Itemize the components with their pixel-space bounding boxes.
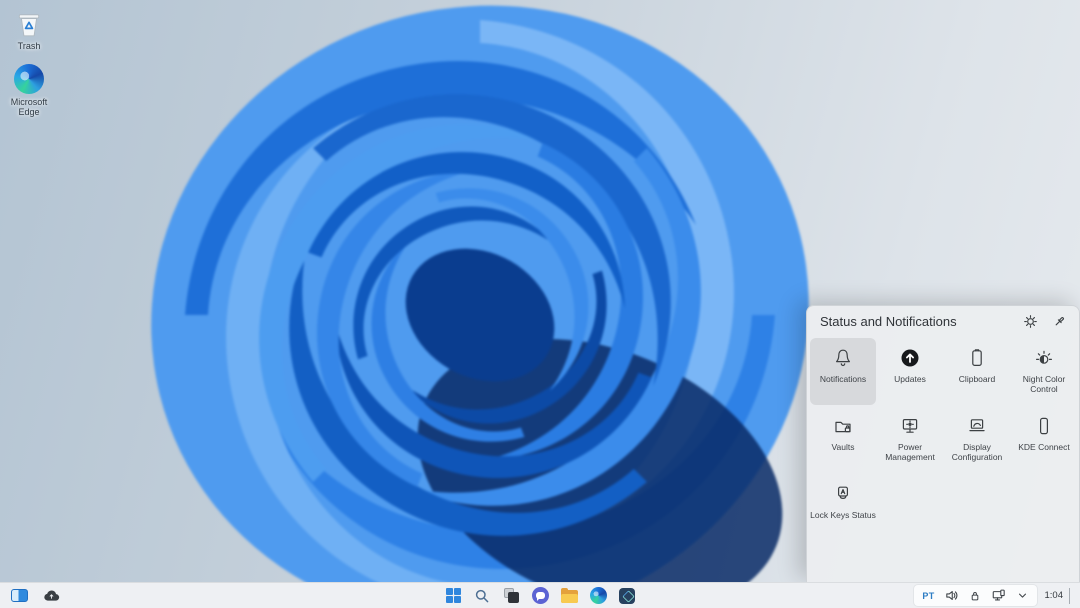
tile-label: Vaults — [832, 442, 855, 452]
edge-icon — [14, 64, 44, 94]
search-icon — [474, 588, 490, 604]
tile-label: Lock Keys Status — [810, 510, 876, 520]
tile-kde-connect[interactable]: KDE Connect — [1011, 406, 1077, 473]
taskbar-right: PT — [913, 584, 1074, 607]
tile-label: Updates — [894, 374, 926, 384]
desktop-icon-edge[interactable]: Microsoft Edge — [0, 64, 58, 118]
tile-label: KDE Connect — [1018, 442, 1070, 452]
cloud-sync-button[interactable] — [40, 585, 62, 607]
start-menu-button[interactable] — [442, 585, 464, 607]
updates-icon — [899, 347, 921, 369]
trash-icon — [15, 10, 43, 38]
notifications-bell-icon — [832, 347, 854, 369]
vault-button[interactable] — [968, 589, 982, 603]
kde-connect-button[interactable] — [991, 588, 1007, 603]
desktop: { "desktop": { "icons": [ { "label": "Tr… — [0, 0, 1080, 608]
tile-updates[interactable]: Updates — [877, 338, 943, 405]
clipboard-icon — [966, 347, 988, 369]
discover-button[interactable] — [616, 585, 638, 607]
taskbar-left — [8, 585, 62, 607]
kde-connect-tray-icon — [991, 588, 1007, 603]
wallpaper-bloom — [140, 0, 820, 608]
kde-connect-icon — [1033, 415, 1055, 437]
taskbar-center — [442, 585, 638, 607]
file-manager-button[interactable] — [558, 585, 580, 607]
lock-keys-icon — [832, 483, 854, 505]
tile-power-management[interactable]: Power Management — [877, 406, 943, 473]
pager-widget[interactable] — [8, 585, 30, 607]
popup-header: Status and Notifications — [807, 306, 1079, 336]
desktop-icon-label: Trash — [0, 41, 58, 51]
tile-vaults[interactable]: Vaults — [810, 406, 876, 473]
tile-display-configuration[interactable]: Display Configuration — [944, 406, 1010, 473]
pin-icon[interactable] — [1052, 314, 1067, 329]
expand-chevron-icon — [1016, 589, 1029, 602]
status-notifications-popup: Status and Notifications Notifications — [806, 305, 1080, 582]
file-manager-icon — [561, 590, 578, 603]
tile-label: Night Color Control — [1013, 374, 1075, 394]
edge-browser-icon — [590, 587, 607, 604]
chat-button[interactable] — [529, 585, 551, 607]
search-button[interactable] — [471, 585, 493, 607]
tray-item-grid: Notifications Updates Clipboard Night Co… — [807, 336, 1079, 543]
night-color-icon — [1033, 347, 1055, 369]
popup-title: Status and Notifications — [820, 314, 1009, 329]
tile-label: Power Management — [879, 442, 941, 462]
expand-tray-button[interactable] — [1016, 589, 1029, 602]
volume-icon — [944, 588, 959, 603]
volume-button[interactable] — [944, 588, 959, 603]
pager-icon — [11, 589, 28, 602]
tile-label: Display Configuration — [946, 442, 1008, 462]
tile-label: Notifications — [820, 374, 866, 384]
vault-lock-icon — [968, 589, 982, 603]
desktop-icon-trash[interactable]: Trash — [0, 10, 58, 51]
tile-clipboard[interactable]: Clipboard — [944, 338, 1010, 405]
show-desktop-button[interactable] — [1069, 588, 1074, 604]
task-view-icon — [504, 588, 519, 603]
task-view-button[interactable] — [500, 585, 522, 607]
discover-icon — [619, 588, 635, 604]
display-configuration-icon — [966, 415, 988, 437]
system-tray: PT — [913, 584, 1037, 607]
tile-lock-keys-status[interactable]: Lock Keys Status — [810, 474, 876, 541]
digital-clock[interactable]: 1:04 — [1045, 590, 1064, 601]
tile-night-color[interactable]: Night Color Control — [1011, 338, 1077, 405]
taskbar: PT — [0, 582, 1080, 608]
chat-icon — [532, 587, 549, 604]
desktop-icon-label: Microsoft Edge — [0, 97, 58, 118]
power-management-icon — [899, 415, 921, 437]
keyboard-layout-indicator[interactable]: PT — [922, 591, 934, 601]
tile-notifications[interactable]: Notifications — [810, 338, 876, 405]
cloud-sync-icon — [43, 589, 60, 602]
vaults-icon — [832, 415, 854, 437]
settings-gear-icon[interactable] — [1023, 314, 1038, 329]
tile-label: Clipboard — [959, 374, 995, 384]
edge-browser-button[interactable] — [587, 585, 609, 607]
start-menu-icon — [446, 588, 461, 603]
